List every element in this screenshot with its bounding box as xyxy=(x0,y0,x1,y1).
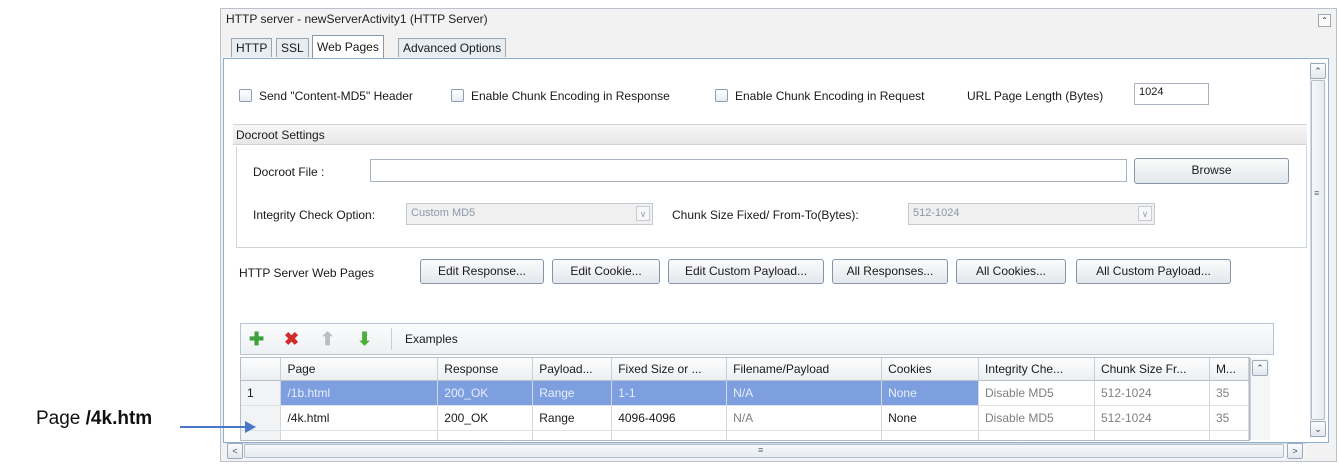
table-cell[interactable]: N/A xyxy=(726,405,883,431)
collapse-icon[interactable]: ⌃ xyxy=(1318,14,1331,27)
table-cell[interactable]: Range xyxy=(532,380,613,406)
window-title: HTTP server - newServerActivity1 (HTTP S… xyxy=(226,12,488,26)
table-cell[interactable]: None xyxy=(881,405,980,431)
move-down-icon[interactable]: ⬇ xyxy=(357,330,372,348)
chunk-request-label: Enable Chunk Encoding in Request xyxy=(735,89,925,103)
tab-ssl[interactable]: SSL xyxy=(276,38,309,57)
arrow-right-icon xyxy=(245,421,256,433)
all-responses-button[interactable]: All Responses... xyxy=(832,259,948,284)
column-header[interactable]: Cookies xyxy=(881,358,980,381)
chunk-request-checkbox[interactable] xyxy=(715,89,728,102)
delete-icon[interactable]: ✖ xyxy=(284,330,299,348)
table-cell[interactable]: 512-1024 xyxy=(1094,405,1210,431)
table-cell[interactable]: N/A xyxy=(726,380,883,406)
column-header[interactable]: Page xyxy=(280,358,439,381)
table-cell[interactable] xyxy=(726,430,883,440)
chunk-response-label: Enable Chunk Encoding in Response xyxy=(471,89,670,103)
table-cell[interactable] xyxy=(437,430,534,440)
integrity-check-value: Custom MD5 xyxy=(411,207,476,219)
chevron-down-icon: ∨ xyxy=(636,206,650,221)
edit-response-button[interactable]: Edit Response... xyxy=(420,259,544,284)
examples-label[interactable]: Examples xyxy=(405,332,458,346)
vertical-grip-icon: ≡ xyxy=(1314,188,1320,198)
table-cell[interactable]: 200_OK xyxy=(437,405,534,431)
url-length-label: URL Page Length (Bytes) xyxy=(967,89,1104,103)
scroll-left-icon[interactable]: < xyxy=(227,443,243,459)
move-up-icon[interactable]: ⬆ xyxy=(320,330,335,348)
tab-http[interactable]: HTTP xyxy=(231,38,273,57)
horizontal-grip-icon: ≡ xyxy=(758,445,764,455)
chunk-size-value: 512-1024 xyxy=(913,207,960,219)
table-cell[interactable]: 35 xyxy=(1209,405,1249,431)
table-row[interactable]: /4k.html 200_OK Range 4096-4096 N/A None… xyxy=(241,405,1249,431)
table-cell[interactable] xyxy=(532,430,613,440)
column-header[interactable]: Payload... xyxy=(532,358,613,381)
table-cell[interactable]: 1-1 xyxy=(611,380,728,406)
tab-web-pages[interactable]: Web Pages xyxy=(312,35,384,58)
scroll-right-icon[interactable]: > xyxy=(1287,443,1303,459)
table-cell[interactable] xyxy=(1209,430,1249,440)
web-pages-table: Page Response Payload... Fixed Size or .… xyxy=(240,357,1250,441)
column-header[interactable]: Integrity Che... xyxy=(978,358,1095,381)
table-cell[interactable] xyxy=(280,430,439,440)
table-cell[interactable]: 200_OK xyxy=(437,380,534,406)
docroot-section-title: Docroot Settings xyxy=(236,128,325,142)
annotation-prefix: Page xyxy=(36,408,86,429)
annotation-page: /4k.htm xyxy=(85,408,153,429)
table-scroll-up-icon[interactable]: ⌃ xyxy=(1252,360,1268,376)
scroll-up-icon[interactable]: ⌃ xyxy=(1310,63,1326,79)
scroll-down-icon[interactable]: ⌄ xyxy=(1310,421,1326,437)
table-cell[interactable] xyxy=(881,430,980,440)
docroot-file-label: Docroot File : xyxy=(253,165,325,179)
browse-button[interactable]: Browse xyxy=(1134,158,1289,184)
web-pages-label: HTTP Server Web Pages xyxy=(239,266,374,280)
table-row[interactable]: 1 /1b.html 200_OK Range 1-1 N/A None Dis… xyxy=(241,380,1249,406)
integrity-check-select[interactable]: Custom MD5 ∨ xyxy=(406,203,653,225)
chunk-response-checkbox[interactable] xyxy=(451,89,464,102)
add-icon[interactable]: ✚ xyxy=(249,330,264,348)
horizontal-scroll-thumb[interactable] xyxy=(244,444,1284,458)
column-header[interactable]: Chunk Size Fr... xyxy=(1094,358,1210,381)
table-cell[interactable]: /1b.html xyxy=(280,380,439,406)
column-header[interactable]: Response xyxy=(437,358,534,381)
chunk-size-label: Chunk Size Fixed/ From-To(Bytes): xyxy=(672,208,859,222)
row-number: 1 xyxy=(241,380,282,406)
table-cell[interactable]: None xyxy=(881,380,980,406)
integrity-check-label: Integrity Check Option: xyxy=(253,208,376,222)
docroot-section-header xyxy=(233,124,1307,145)
table-header-row: Page Response Payload... Fixed Size or .… xyxy=(241,358,1249,381)
column-header[interactable]: M... xyxy=(1209,358,1249,381)
column-header[interactable]: Filename/Payload xyxy=(726,358,883,381)
send-md5-checkbox[interactable] xyxy=(239,89,252,102)
url-length-input[interactable]: 1024 xyxy=(1134,83,1209,105)
tab-advanced-options[interactable]: Advanced Options xyxy=(398,38,507,57)
toolbar-divider xyxy=(391,328,392,350)
all-cookies-button[interactable]: All Cookies... xyxy=(956,259,1066,284)
table-cell[interactable]: /4k.html xyxy=(280,405,439,431)
column-header[interactable]: Fixed Size or ... xyxy=(611,358,728,381)
table-cell[interactable]: Disable MD5 xyxy=(978,380,1095,406)
table-cell[interactable] xyxy=(978,430,1095,440)
annotation-arrow xyxy=(180,426,248,428)
table-cell[interactable]: Disable MD5 xyxy=(978,405,1095,431)
table-cell[interactable]: 512-1024 xyxy=(1094,380,1210,406)
table-cell[interactable]: Range xyxy=(532,405,613,431)
page-annotation: Page /4k.htm xyxy=(36,408,152,430)
table-cell[interactable]: 4096-4096 xyxy=(611,405,728,431)
edit-custom-payload-button[interactable]: Edit Custom Payload... xyxy=(668,259,824,284)
send-md5-label: Send "Content-MD5" Header xyxy=(259,89,413,103)
chunk-size-select[interactable]: 512-1024 ∨ xyxy=(908,203,1155,225)
table-cell[interactable] xyxy=(611,430,728,440)
row-number-header xyxy=(241,358,282,381)
pages-toolbar xyxy=(240,323,1274,355)
chevron-down-icon: ∨ xyxy=(1138,206,1152,221)
all-custom-payload-button[interactable]: All Custom Payload... xyxy=(1076,259,1231,284)
table-cell[interactable]: 35 xyxy=(1209,380,1249,406)
table-cell[interactable] xyxy=(1094,430,1210,440)
docroot-file-input[interactable] xyxy=(370,159,1127,182)
table-row[interactable] xyxy=(241,430,1249,440)
edit-cookie-button[interactable]: Edit Cookie... xyxy=(552,259,660,284)
vertical-scroll-thumb[interactable] xyxy=(1311,80,1325,420)
